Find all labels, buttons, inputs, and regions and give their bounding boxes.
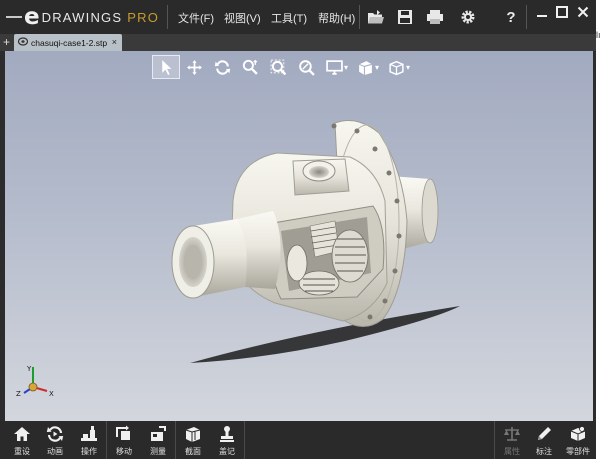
animate-button[interactable]: 动画 <box>38 423 72 457</box>
title-divider <box>167 5 168 29</box>
open-icon[interactable] <box>366 7 386 27</box>
logo-pro: PRO <box>127 9 160 25</box>
triad-x-label: X <box>49 390 54 398</box>
zoom-to-fit-icon[interactable] <box>292 55 320 79</box>
markup-label: 标注 <box>536 447 552 456</box>
properties-icon <box>503 425 521 443</box>
menu-help[interactable]: 帮助(H) <box>318 10 355 26</box>
display-style-dropdown-icon[interactable]: ▾ <box>344 63 348 72</box>
toolbar-divider <box>244 421 245 459</box>
title-divider <box>526 5 527 29</box>
measure-label: 测量 <box>150 447 166 456</box>
stamp-button[interactable]: 盖记 <box>210 423 244 457</box>
stamp-icon <box>218 425 236 443</box>
new-tab-button[interactable]: + <box>3 36 13 48</box>
markup-button[interactable]: 标注 <box>527 423 561 457</box>
operate-icon <box>80 425 98 443</box>
menu-view[interactable]: 视图(V) <box>224 10 261 26</box>
menu-file[interactable]: 文件(F) <box>178 10 214 26</box>
triad-y-label: Y <box>26 365 32 373</box>
markup-icon <box>535 425 553 443</box>
measure-icon <box>149 425 167 443</box>
menu-tools[interactable]: 工具(T) <box>271 10 307 26</box>
components-button[interactable]: 零部件 <box>561 423 595 457</box>
close-tab-icon[interactable]: × <box>112 37 117 47</box>
edrawings-window: e DRAWINGS PRO 文件(F) 视图(V) 工具(T) 帮助(H) ? <box>0 0 596 459</box>
background-text-fragment: lı <box>596 30 600 40</box>
move-icon <box>115 425 133 443</box>
edrawings-logo: e DRAWINGS PRO <box>6 4 159 30</box>
components-label: 零部件 <box>566 447 590 456</box>
print-icon[interactable] <box>425 7 445 27</box>
zoom-to-area-icon[interactable] <box>264 55 292 79</box>
measure-button[interactable]: 测量 <box>141 423 175 457</box>
animate-label: 动画 <box>47 447 63 456</box>
zoom-icon[interactable] <box>236 55 264 79</box>
logo-letter: e <box>24 4 40 30</box>
select-icon[interactable] <box>152 55 180 79</box>
reset-button[interactable]: 重设 <box>5 423 39 457</box>
reset-label: 重设 <box>14 447 30 456</box>
properties-button: 属性 <box>495 423 529 457</box>
settings-icon[interactable] <box>458 7 478 27</box>
pan-icon[interactable] <box>180 55 208 79</box>
move-label: 移动 <box>116 447 132 456</box>
home-icon <box>13 425 31 443</box>
section-button[interactable]: 截面 <box>176 423 210 457</box>
triad-z-label: Z <box>16 390 21 398</box>
title-divider <box>359 5 360 29</box>
properties-label: 属性 <box>504 447 520 456</box>
close-icon[interactable] <box>574 3 592 21</box>
document-icon <box>17 37 29 48</box>
title-bar: e DRAWINGS PRO 文件(F) 视图(V) 工具(T) 帮助(H) ? <box>0 0 596 34</box>
bottom-toolbar: 重设 动画 操作 移动 测量 截面 盖记 属性 标注 零部件 <box>0 421 596 459</box>
operate-label: 操作 <box>81 447 97 456</box>
minimize-icon[interactable] <box>533 3 551 21</box>
heads-up-toolbar: ▾ ▾ ▾ <box>152 55 413 79</box>
section-view-dropdown-icon[interactable]: ▾ <box>375 63 379 72</box>
document-tab[interactable]: chasuqi-case1-2.stp × <box>14 34 122 51</box>
section-icon <box>184 425 202 443</box>
stamp-label: 盖记 <box>219 447 235 456</box>
document-tab-strip: + chasuqi-case1-2.stp × <box>0 34 596 51</box>
axis-triad: Y X Z <box>16 365 54 398</box>
maximize-icon[interactable] <box>553 3 571 21</box>
operate-button[interactable]: 操作 <box>72 423 106 457</box>
help-icon[interactable]: ? <box>501 7 521 27</box>
rotate-icon[interactable] <box>208 55 236 79</box>
save-icon[interactable] <box>395 7 415 27</box>
logo-line <box>6 16 22 18</box>
document-tab-label: chasuqi-case1-2.stp <box>31 37 108 48</box>
animate-icon <box>46 425 64 443</box>
view-orientation-dropdown-icon[interactable]: ▾ <box>406 63 410 72</box>
logo-word: DRAWINGS <box>41 9 123 25</box>
move-button[interactable]: 移动 <box>107 423 141 457</box>
differential-case-model[interactable] <box>5 51 593 421</box>
3d-viewport[interactable]: ▾ ▾ ▾ Y X Z <box>5 51 593 421</box>
section-label: 截面 <box>185 447 201 456</box>
components-icon <box>569 425 587 443</box>
